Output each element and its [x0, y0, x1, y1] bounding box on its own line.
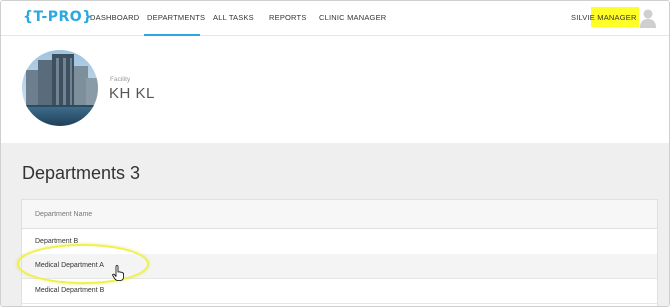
nav-all-tasks[interactable]: ALL TASKS — [213, 13, 254, 22]
facility-photo — [22, 50, 98, 126]
page-title: Departments 3 — [22, 163, 141, 183]
nav-reports[interactable]: REPORTS — [269, 13, 307, 22]
user-menu[interactable]: SILVIE MANAGER — [571, 13, 637, 22]
facility-header: Facility KH KL — [1, 36, 669, 143]
column-header-department-name[interactable]: Department Name — [35, 211, 92, 218]
facility-label: Facility — [110, 76, 131, 83]
app-logo[interactable]: {T-PRO} — [23, 9, 93, 25]
table-header: Department Name — [22, 200, 657, 229]
app-window: {T-PRO} DASHBOARD DEPARTMENTS ALL TASKS … — [0, 0, 670, 307]
facility-name: KH KL — [109, 85, 155, 102]
annotation-ellipse — [17, 244, 149, 284]
hand-pointer-icon — [112, 265, 124, 281]
user-avatar-icon[interactable] — [640, 8, 656, 28]
nav-departments[interactable]: DEPARTMENTS — [147, 13, 205, 36]
table-row[interactable]: Medical Department B — [22, 279, 657, 304]
nav-dashboard[interactable]: DASHBOARD — [90, 13, 139, 22]
nav-clinic-manager[interactable]: CLINIC MANAGER — [319, 13, 386, 22]
top-nav: {T-PRO} DASHBOARD DEPARTMENTS ALL TASKS … — [1, 1, 669, 36]
department-name[interactable]: Medical Department B — [35, 287, 104, 294]
